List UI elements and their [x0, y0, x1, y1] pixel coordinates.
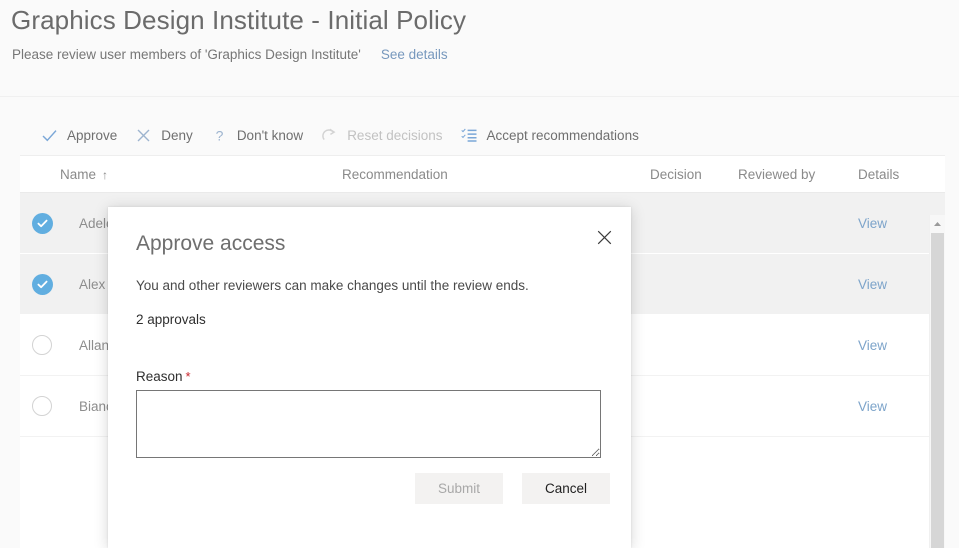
page-title: Graphics Design Institute - Initial Poli…: [11, 5, 466, 36]
access-review-page: Graphics Design Institute - Initial Poli…: [0, 0, 959, 548]
page-subtitle-row: Please review user members of 'Graphics …: [12, 47, 448, 62]
checkmark-circle-icon: [32, 213, 53, 234]
reason-label-text: Reason: [136, 369, 183, 384]
cell-details-view-link[interactable]: View: [858, 277, 887, 292]
page-subtitle: Please review user members of 'Graphics …: [12, 47, 361, 62]
page-header: Graphics Design Institute - Initial Poli…: [0, 0, 959, 97]
row-checkbox-checked[interactable]: [31, 212, 53, 234]
approve-button[interactable]: Approve: [34, 116, 128, 156]
row-checkbox-unchecked[interactable]: [31, 395, 53, 417]
column-header-reviewed-by[interactable]: Reviewed by: [738, 167, 815, 182]
column-header-decision[interactable]: Decision: [650, 167, 702, 182]
approve-access-dialog: Approve access You and other reviewers c…: [108, 207, 631, 548]
scrollbar-thumb[interactable]: [931, 233, 944, 548]
cell-details-view-link[interactable]: View: [858, 399, 887, 414]
cell-name: Allan: [79, 338, 109, 353]
table-scrollbar[interactable]: [929, 215, 945, 548]
table-header-row: Name ↑ Recommendation Decision Reviewed b…: [20, 156, 945, 193]
scroll-up-arrow-icon[interactable]: [930, 215, 945, 232]
row-checkbox-unchecked[interactable]: [31, 334, 53, 356]
sort-ascending-icon: ↑: [102, 168, 108, 182]
reason-field-label: Reason*: [136, 369, 191, 384]
cancel-button[interactable]: Cancel: [522, 473, 610, 504]
dont-know-label: Don't know: [237, 128, 303, 143]
checkmark-circle-icon: [32, 274, 53, 295]
column-header-details[interactable]: Details: [858, 167, 899, 182]
deny-button[interactable]: Deny: [128, 116, 204, 156]
check-icon: [40, 126, 59, 145]
dialog-title: Approve access: [136, 232, 285, 256]
dialog-approval-count: 2 approvals: [136, 312, 206, 327]
accept-recommendations-button[interactable]: Accept recommendations: [454, 116, 650, 156]
column-header-name[interactable]: Name ↑: [60, 167, 108, 182]
row-checkbox-checked[interactable]: [31, 273, 53, 295]
column-header-recommendation[interactable]: Recommendation: [342, 167, 448, 182]
empty-circle-icon: [32, 396, 52, 416]
question-icon: ?: [210, 126, 229, 145]
reset-decisions-button[interactable]: Reset decisions: [314, 116, 453, 156]
redo-icon: [320, 126, 339, 145]
column-header-name-label: Name: [60, 167, 96, 182]
dont-know-button[interactable]: ? Don't know: [204, 116, 314, 156]
cell-details-view-link[interactable]: View: [858, 338, 887, 353]
see-details-link[interactable]: See details: [381, 47, 448, 62]
cell-name: Alex: [79, 277, 105, 292]
x-icon: [134, 126, 153, 145]
reset-decisions-label: Reset decisions: [347, 128, 442, 143]
command-bar: Approve Deny ? Don't know: [20, 116, 945, 156]
deny-label: Deny: [161, 128, 193, 143]
cell-details-view-link[interactable]: View: [858, 216, 887, 231]
empty-circle-icon: [32, 335, 52, 355]
checklist-icon: [460, 126, 479, 145]
approve-label: Approve: [67, 128, 117, 143]
accept-recommendations-label: Accept recommendations: [487, 128, 639, 143]
required-asterisk: *: [186, 369, 191, 384]
dialog-button-group: Submit Cancel: [415, 473, 610, 504]
dialog-description: You and other reviewers can make changes…: [136, 278, 529, 293]
close-icon[interactable]: [591, 224, 617, 250]
submit-button[interactable]: Submit: [415, 473, 503, 504]
svg-text:?: ?: [215, 128, 223, 144]
reason-input[interactable]: [136, 390, 601, 458]
